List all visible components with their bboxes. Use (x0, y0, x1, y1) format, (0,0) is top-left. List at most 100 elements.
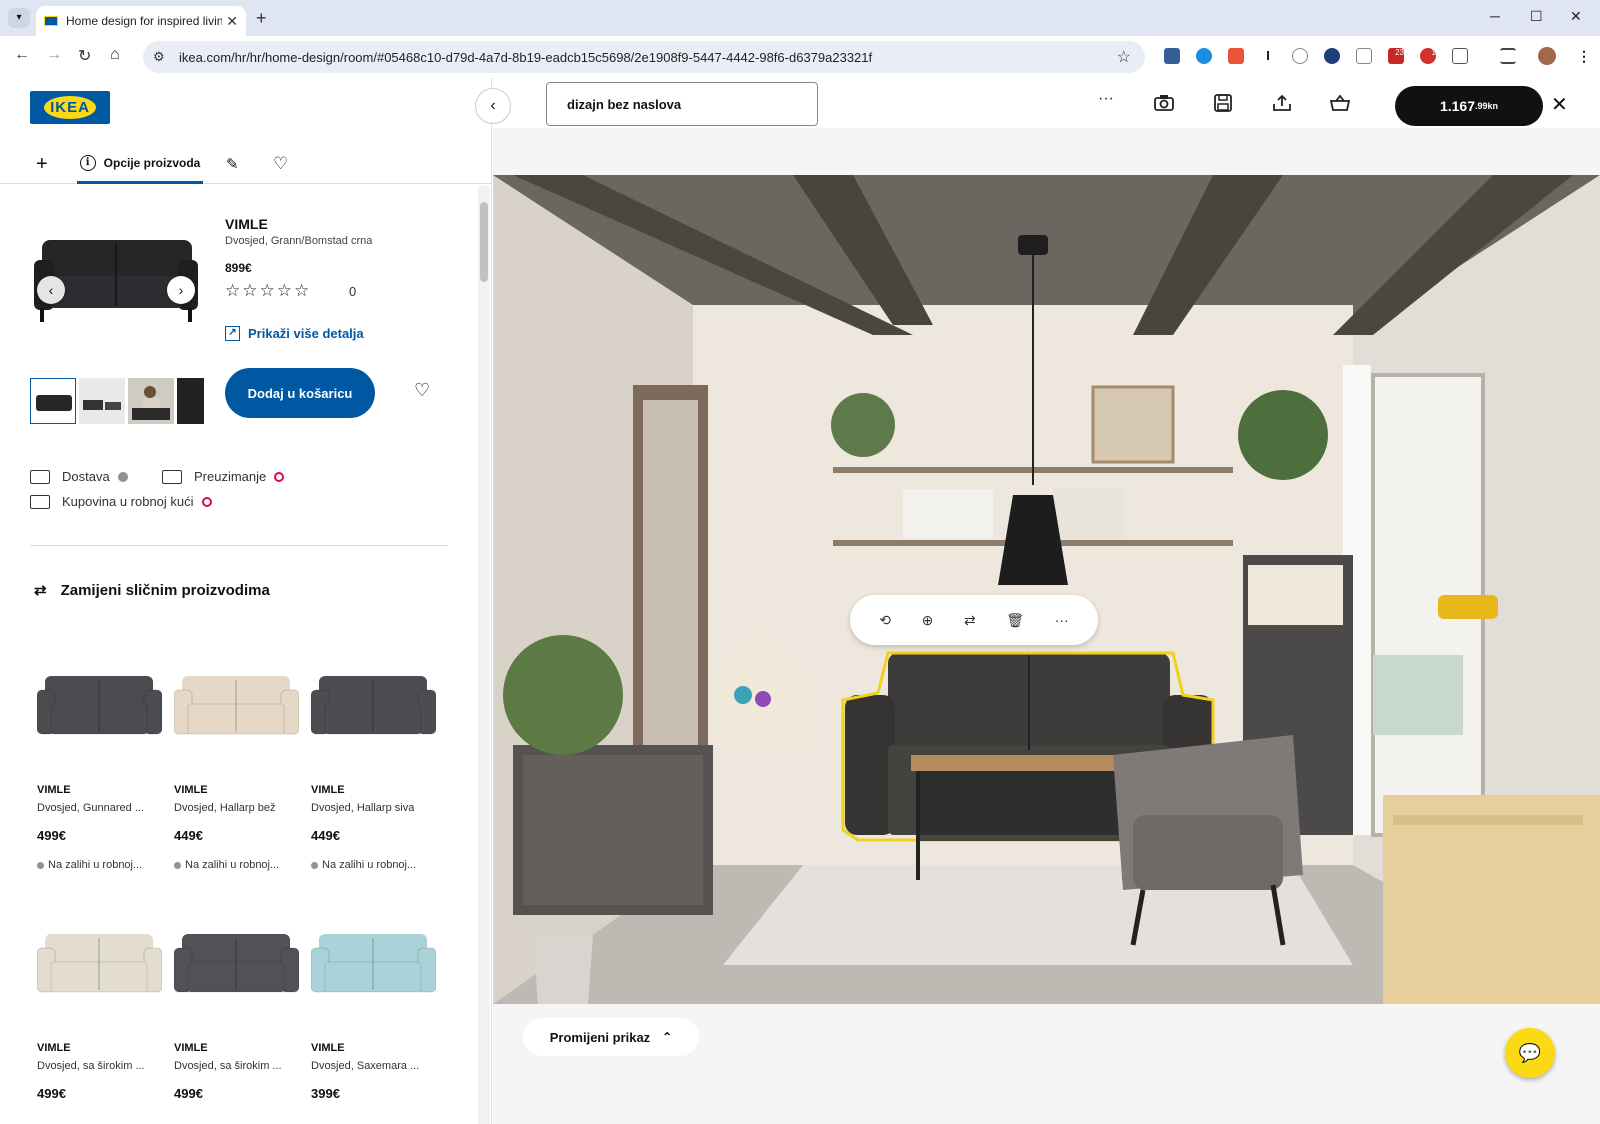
extension-sync-icon[interactable] (1196, 48, 1212, 64)
similar-product-image (36, 896, 163, 1016)
window-close-icon[interactable]: ✕ (1570, 8, 1582, 25)
add-to-cart-button[interactable]: Dodaj u košaricu (225, 368, 375, 418)
similar-product-card[interactable]: VIMLE Dvosjed, Hallarp siva 449€ Na zalihi … (310, 638, 437, 871)
maximize-icon[interactable]: ☐ (1530, 8, 1543, 25)
thumbnail-room-image (79, 378, 125, 424)
similar-product-image (310, 896, 437, 1016)
minimize-icon[interactable]: ─ (1490, 8, 1500, 24)
reading-list-icon[interactable] (1500, 48, 1516, 64)
site-info-icon[interactable]: ⚙ (153, 49, 173, 65)
new-tab-button[interactable]: + (256, 8, 267, 29)
extension-i-icon[interactable]: I (1260, 48, 1276, 64)
store-label: Kupovina u robnoj kući (62, 494, 194, 509)
more-options-icon[interactable]: ··· (1095, 90, 1117, 112)
similar-product-image (173, 638, 300, 758)
bookmark-star-icon[interactable]: ☆ (1117, 47, 1131, 67)
browser-menu-icon[interactable]: ⋮ (1576, 48, 1592, 64)
info-icon: i (79, 154, 96, 171)
save-icon[interactable] (1212, 94, 1234, 116)
extension-badge-1-icon[interactable]: 1 (1420, 48, 1436, 64)
carousel-prev-button[interactable]: ‹ (37, 276, 65, 304)
change-view-button[interactable]: Promijeni prikaz ⌃ (523, 1018, 699, 1056)
similar-product-price: 499€ (37, 1086, 66, 1101)
collapse-panel-button[interactable]: ‹ (475, 88, 511, 124)
ikea-favicon-icon (44, 16, 58, 26)
similar-product-price: 449€ (174, 828, 203, 843)
extension-badge-23-icon[interactable]: 23 (1388, 48, 1404, 64)
browser-tab[interactable]: Home design for inspired living ✕ (36, 6, 246, 36)
shopping-basket-icon[interactable] (1329, 94, 1351, 116)
forward-icon[interactable]: → (46, 46, 62, 64)
extension-check-icon[interactable] (1324, 48, 1340, 64)
home-icon[interactable]: ⌂ (110, 46, 120, 64)
delete-trash-icon[interactable]: 🗑 (1006, 612, 1024, 629)
tab-title: Home design for inspired living (66, 14, 223, 28)
extension-mouse-icon[interactable] (1292, 48, 1308, 64)
tab-search-button[interactable]: ▾ (8, 8, 30, 28)
tab-product-options[interactable]: i Opcije proizvoda (77, 144, 203, 184)
room-render-view[interactable] (493, 175, 1600, 1004)
chat-bubble-icon: 💬 (1518, 1043, 1542, 1063)
carousel-next-button[interactable]: › (167, 276, 195, 304)
availability-pickup: Preuzimanje (162, 469, 285, 484)
browser-chrome: ▾ Home design for inspired living ✕ + ─ … (0, 0, 1600, 78)
reload-icon[interactable]: ↻ (78, 46, 91, 66)
design-name-input[interactable]: dizajn bez naslova (546, 82, 818, 126)
extension-bookmark-icon[interactable] (1164, 48, 1180, 64)
pickup-store-icon (162, 469, 182, 484)
browser-toolbar: ← → ↻ ⌂ ⚙ ikea.com/hr/hr/home-design/roo… (0, 36, 1600, 78)
tab-add-products[interactable]: + (36, 144, 48, 184)
similar-product-desc: Dvosjed, Hallarp bež (174, 802, 276, 814)
room-designer: ‹ dizajn bez naslova ··· 1.167.99 kn ✕ ⟲… (475, 78, 1600, 1124)
swap-product-icon[interactable]: ⇄ (964, 612, 976, 629)
share-icon[interactable] (1271, 94, 1293, 116)
similar-product-card[interactable]: VIMLE Dvosjed, sa širokim ... 499€ (173, 896, 300, 1101)
selection-toolbar: ⟲ ⊕ ⇄ 🗑 ··· (850, 595, 1098, 645)
extension-red-icon[interactable] (1228, 48, 1244, 64)
extension-camera-icon[interactable] (1356, 48, 1372, 64)
delivery-label: Dostava (62, 469, 110, 484)
chat-support-button[interactable]: 💬 (1505, 1028, 1555, 1078)
favourite-heart-icon[interactable]: ♡ (414, 380, 430, 401)
more-options-icon[interactable]: ··· (1055, 612, 1069, 628)
thumbnail-strip (30, 378, 204, 424)
similar-product-card[interactable]: VIMLE Dvosjed, sa širokim ... 499€ (36, 896, 163, 1101)
total-price-button[interactable]: 1.167.99 kn (1395, 86, 1543, 126)
thumbnail-3[interactable] (128, 378, 174, 424)
tab-favourites-heart-icon[interactable]: ♡ (273, 144, 288, 184)
thumbnail-2[interactable] (79, 378, 125, 424)
total-cents: .99 (1475, 101, 1488, 111)
tab-close-icon[interactable]: ✕ (226, 13, 238, 30)
similar-product-card[interactable]: VIMLE Dvosjed, Saxemara ... 399€ (310, 896, 437, 1101)
tab-list-edit-icon[interactable]: ✎ (226, 144, 239, 184)
thumbnail-4[interactable] (177, 378, 204, 424)
similar-product-image (36, 638, 163, 758)
similar-product-card[interactable]: VIMLE Dvosjed, Gunnared ... 499€ Na zalihi … (36, 638, 163, 871)
rating-stars[interactable]: ☆☆☆☆☆ (225, 281, 311, 301)
profile-avatar[interactable] (1538, 47, 1556, 65)
logo-text: IKEA (44, 96, 96, 119)
close-designer-icon[interactable]: ✕ (1551, 92, 1568, 117)
camera-icon[interactable] (1153, 94, 1175, 116)
add-to-basket-icon[interactable]: ⊕ (922, 612, 934, 629)
similar-product-price: 499€ (174, 1086, 203, 1101)
panel-scrollbar[interactable] (478, 186, 490, 1124)
more-details-label: Prikaži više detalja (248, 326, 364, 341)
thumbnail-1[interactable] (30, 378, 76, 424)
section-divider (30, 545, 448, 546)
panel-tabs: + i Opcije proizvoda ✎ ♡ (0, 144, 491, 184)
ikea-planner-app: IKEA + i Opcije proizvoda ✎ ♡ ‹ › VIMLE … (0, 78, 1600, 1124)
more-details-link[interactable]: ↗ Prikaži više detalja (225, 326, 364, 341)
scrollbar-thumb[interactable] (480, 202, 488, 282)
ikea-logo[interactable]: IKEA (30, 91, 110, 124)
similar-product-card[interactable]: VIMLE Dvosjed, Hallarp bež 449€ Na zalihi u… (173, 638, 300, 871)
similar-product-desc: Dvosjed, Saxemara ... (311, 1060, 420, 1072)
total-unit: kn (1487, 101, 1499, 111)
thumbnail-sofa-image (36, 395, 72, 411)
address-bar[interactable]: ⚙ ikea.com/hr/hr/home-design/room/#05468… (143, 41, 1145, 73)
extensions-puzzle-icon[interactable] (1452, 48, 1468, 64)
product-image-carousel[interactable]: ‹ › (30, 208, 202, 368)
rotate-icon[interactable]: ⟲ (879, 612, 891, 629)
status-dot-red (274, 471, 285, 482)
back-icon[interactable]: ← (14, 46, 30, 64)
